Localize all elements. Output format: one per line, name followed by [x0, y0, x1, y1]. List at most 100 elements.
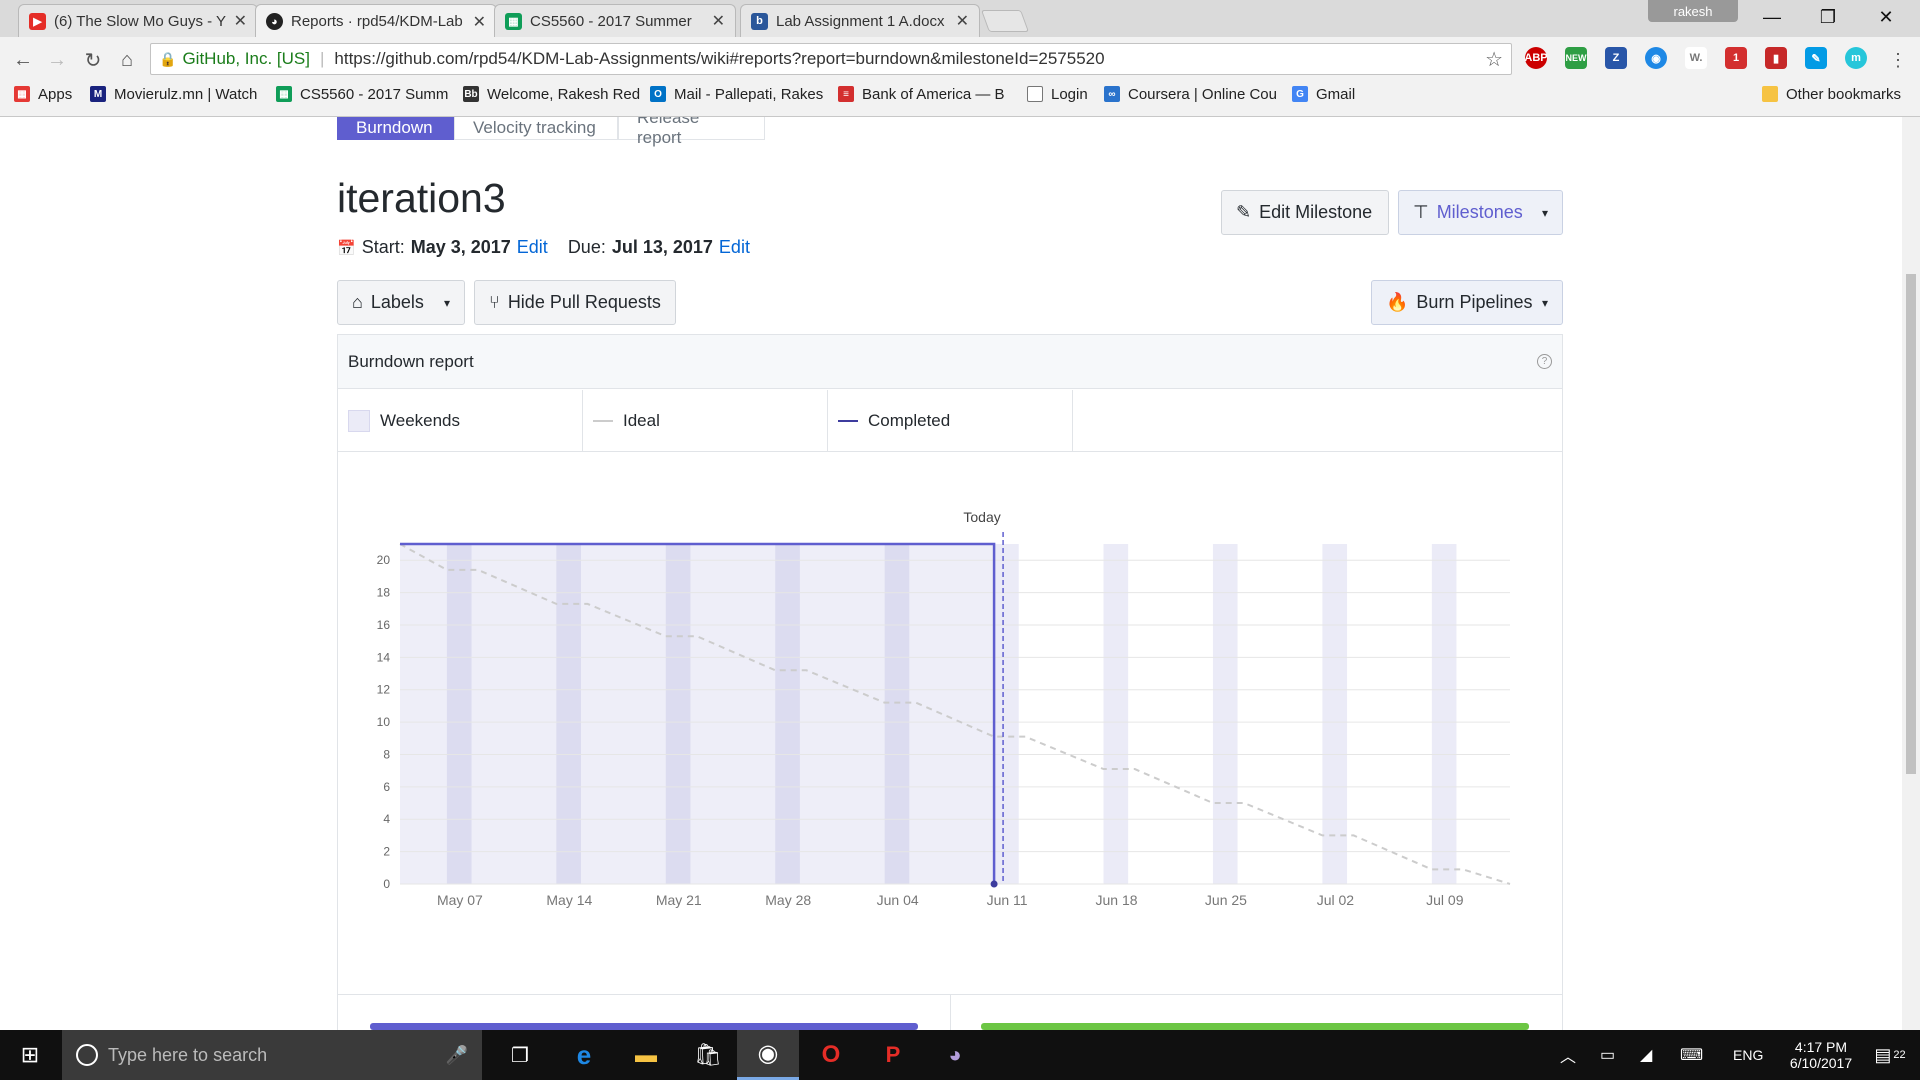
close-tab-icon[interactable]: ✕	[473, 12, 486, 32]
restore-icon[interactable]: ❐	[1800, 0, 1856, 34]
minimize-icon[interactable]: —	[1744, 0, 1800, 34]
today-label: Today	[963, 509, 1000, 525]
burn-pipelines-dropdown[interactable]: 🔥 Burn Pipelines ▾	[1371, 280, 1563, 325]
tab-velocity-tracking[interactable]: Velocity tracking	[454, 117, 618, 140]
bookmark-item[interactable]: ▦ CS5560 - 2017 Summ	[276, 83, 448, 105]
extension-eye-icon[interactable]: ◉	[1645, 47, 1667, 69]
bookmark-apps[interactable]: ▦ Apps	[14, 83, 72, 105]
browser-tab[interactable]: ▦ CS5560 - 2017 Summer ✕	[494, 4, 736, 37]
taskbar: ⊞ Type here to search 🎤 ❐ e ▬ 🛍 ◉ O P ◕ …	[0, 1030, 1920, 1080]
help-icon[interactable]: ?	[1537, 354, 1552, 369]
edit-start-link[interactable]: Edit	[517, 237, 548, 258]
language-indicator[interactable]: ENG	[1733, 1030, 1763, 1080]
x-tick-label: Jul 09	[1426, 892, 1464, 908]
legend-completed[interactable]: Completed	[828, 390, 1073, 451]
wifi-icon[interactable]: ◢	[1640, 1030, 1652, 1080]
bookmark-label: Movierulz.mn | Watch	[114, 85, 258, 103]
extension-w-icon[interactable]: W.	[1685, 47, 1707, 69]
browser-tab[interactable]: b Lab Assignment 1 A.docx ✕	[740, 4, 980, 37]
bookmark-item[interactable]: Bb Welcome, Rakesh Red	[463, 83, 640, 105]
adblock-icon[interactable]: ABP	[1524, 47, 1548, 69]
calendar-icon: 📅	[337, 239, 356, 257]
folder-icon	[1762, 86, 1778, 102]
chrome-menu-icon[interactable]: ⋮	[1885, 47, 1911, 73]
tab-title: CS5560 - 2017 Summer	[530, 12, 692, 30]
browser-tab-active[interactable]: ◕ Reports · rpd54/KDM-Lab ✕	[255, 4, 497, 38]
tray-chevron-up-icon[interactable]: ︿	[1560, 1030, 1576, 1080]
weekend-band	[775, 544, 800, 884]
microphone-icon[interactable]: 🎤	[446, 1045, 468, 1066]
edit-due-link[interactable]: Edit	[719, 237, 750, 258]
legend-ideal[interactable]: Ideal	[583, 390, 828, 451]
panel-header: Burndown report ?	[338, 335, 1562, 389]
browser-tab[interactable]: ▶ (6) The Slow Mo Guys - Y ✕	[18, 4, 258, 37]
pencil-icon: ✎	[1236, 202, 1252, 222]
bookmark-item[interactable]: ≡ Bank of America — B	[838, 83, 1005, 105]
progress-bar-closed	[981, 1023, 1529, 1030]
clock[interactable]: 4:17 PM 6/10/2017	[1776, 1030, 1866, 1080]
close-tab-icon[interactable]: ✕	[712, 11, 725, 31]
task-view-icon[interactable]: ❐	[495, 1030, 545, 1080]
other-bookmarks[interactable]: Other bookmarks	[1762, 83, 1901, 105]
bookmark-item[interactable]: M Movierulz.mn | Watch	[90, 83, 257, 105]
divider: |	[319, 49, 325, 68]
y-tick-label: 12	[377, 683, 391, 697]
taskbar-search[interactable]: Type here to search 🎤	[62, 1030, 482, 1080]
extension-pen-icon[interactable]: ✎	[1805, 47, 1827, 69]
y-tick-label: 14	[377, 650, 391, 664]
file-explorer-icon[interactable]: ▬	[620, 1030, 672, 1080]
bookmark-item[interactable]: Login	[1027, 83, 1088, 105]
profile-button[interactable]: rakesh	[1648, 0, 1738, 22]
store-icon[interactable]: 🛍	[682, 1030, 734, 1080]
bookmark-label: Bank of America — B	[862, 85, 1005, 103]
completed-swatch	[838, 419, 858, 422]
legend-weekends[interactable]: Weekends	[338, 390, 583, 451]
opera-icon[interactable]: O	[805, 1030, 857, 1080]
keyboard-icon[interactable]: ⌨	[1680, 1030, 1703, 1080]
address-bar[interactable]: 🔒 GitHub, Inc. [US] | https://github.com…	[150, 43, 1512, 75]
cortana-icon	[76, 1044, 98, 1066]
windows-start-icon[interactable]: ⊞	[0, 1030, 60, 1080]
battery-icon[interactable]: ▭	[1600, 1030, 1615, 1080]
chrome-icon[interactable]: ◉	[737, 1030, 799, 1080]
browser-toolbar: ← → ↻ ⌂ 🔒 GitHub, Inc. [US] | https://gi…	[0, 37, 1920, 117]
hide-pull-requests-button[interactable]: ⑂ Hide Pull Requests	[474, 280, 676, 325]
weekend-band	[446, 544, 472, 884]
action-center-icon[interactable]: ▤ 22	[1868, 1030, 1912, 1080]
close-tab-icon[interactable]: ✕	[956, 11, 969, 31]
scrollbar-thumb[interactable]	[1906, 274, 1916, 774]
tab-release-report[interactable]: Release report	[618, 117, 765, 147]
legend-label: Weekends	[380, 410, 461, 430]
bookmark-label: Gmail	[1316, 85, 1356, 103]
milestones-dropdown[interactable]: ⊤ Milestones ▾	[1398, 190, 1563, 235]
edit-milestone-button[interactable]: ✎ Edit Milestone	[1221, 190, 1389, 235]
bookmark-item[interactable]: G Gmail	[1292, 83, 1355, 105]
close-tab-icon[interactable]: ✕	[234, 11, 247, 31]
new-tab-button[interactable]	[980, 10, 1030, 32]
tab-burndown[interactable]: Burndown	[337, 117, 454, 140]
psiphon-icon[interactable]: P	[867, 1030, 919, 1080]
forward-icon[interactable]: →	[44, 47, 70, 73]
extension-book-icon[interactable]: ▮	[1765, 47, 1787, 69]
profile-name: rakesh	[1673, 3, 1713, 19]
edge-icon[interactable]: e	[558, 1030, 610, 1080]
extension-badge-icon[interactable]: 1	[1725, 47, 1747, 69]
flame-icon: 🔥	[1386, 292, 1409, 312]
x-tick-label: Jul 02	[1317, 892, 1355, 908]
bookmark-item[interactable]: O Mail - Pallepati, Rakes	[650, 83, 823, 105]
zotero-icon[interactable]: Z	[1605, 47, 1627, 69]
extension-m-icon[interactable]: m	[1845, 47, 1867, 69]
back-icon[interactable]: ←	[10, 47, 36, 73]
home-icon[interactable]: ⌂	[114, 47, 140, 73]
close-window-icon[interactable]: ✕	[1858, 0, 1914, 34]
bookmark-item[interactable]: ∞ Coursera | Online Cou	[1104, 83, 1277, 105]
bookmark-star-icon[interactable]: ☆	[1485, 47, 1503, 72]
github-desktop-icon[interactable]: ◕	[929, 1030, 981, 1080]
y-tick-label: 8	[383, 747, 390, 761]
reload-icon[interactable]: ↻	[80, 47, 106, 73]
labels-dropdown[interactable]: ⌂ Labels ▾	[337, 280, 465, 325]
y-tick-label: 4	[383, 812, 390, 826]
apps-grid-icon: ▦	[14, 86, 30, 102]
extension-new-icon[interactable]: NEW	[1565, 47, 1587, 69]
button-label: Labels	[370, 292, 424, 312]
